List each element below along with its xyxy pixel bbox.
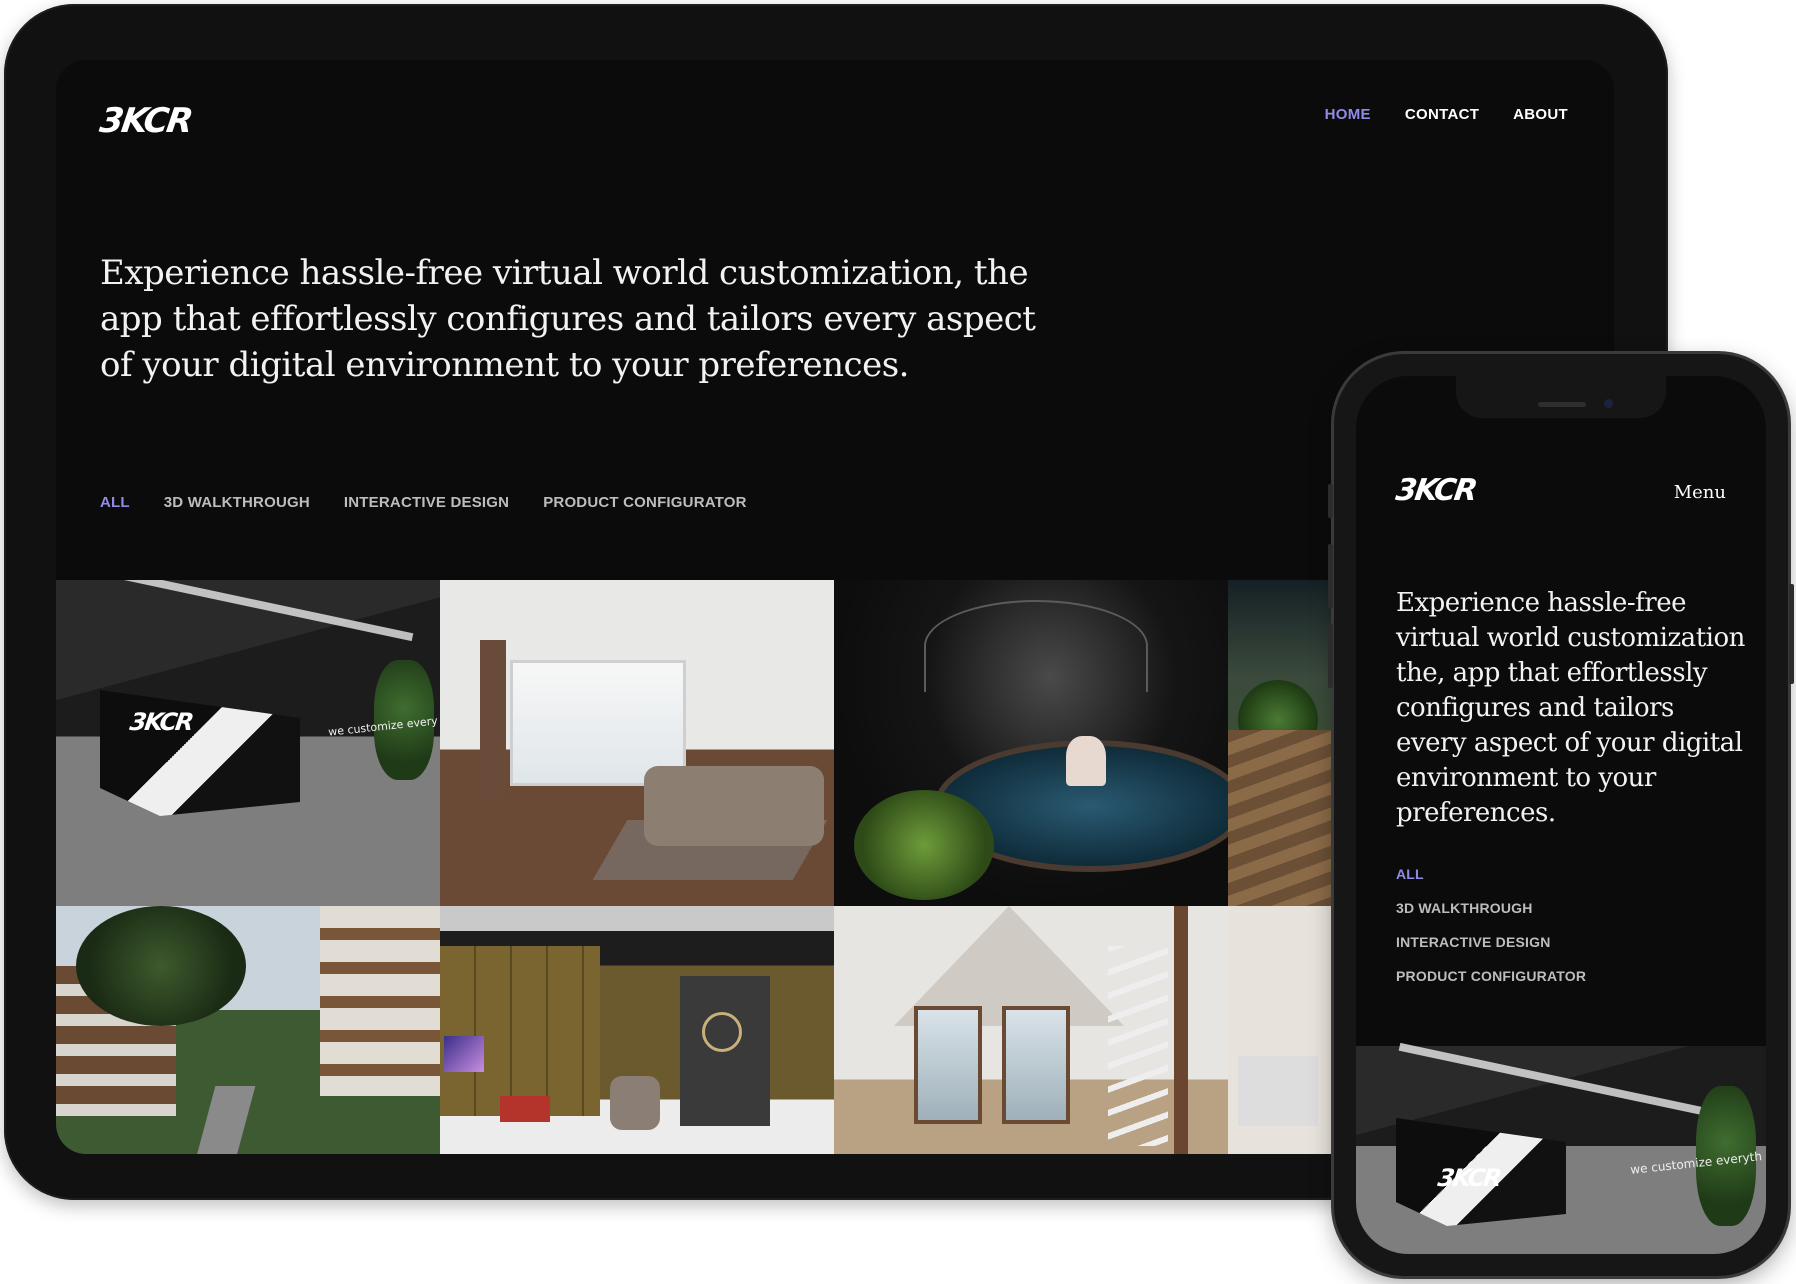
- camera-icon: [1604, 399, 1613, 408]
- wood-beam: [1174, 906, 1188, 1154]
- fountain: [1066, 736, 1106, 786]
- tree: [76, 906, 246, 1026]
- building-right: [320, 906, 440, 1096]
- phone-volume-up: [1328, 544, 1333, 608]
- filter-all[interactable]: ALL: [100, 494, 130, 511]
- phone-device: 3KCR Menu Experience hassle-free virtual…: [1328, 354, 1794, 1276]
- gallery-item-attic-living[interactable]: [834, 906, 1228, 1154]
- filter-tabs: ALL 3D WALKTHROUGH INTERACTIVE DESIGN PR…: [100, 494, 747, 511]
- dome-ceiling: [924, 600, 1148, 692]
- nav-home-link[interactable]: HOME: [1325, 106, 1371, 123]
- filter-interactive-design[interactable]: INTERACTIVE DESIGN: [1396, 934, 1586, 950]
- gallery-item-office-lobby[interactable]: 3KCR we customize everyth: [1356, 1042, 1766, 1254]
- plants: [854, 790, 994, 900]
- filter-3d-walkthrough[interactable]: 3D WALKTHROUGH: [1396, 900, 1586, 916]
- filter-tabs: ALL 3D WALKTHROUGH INTERACTIVE DESIGN PR…: [1396, 866, 1586, 984]
- phone-power-button: [1789, 584, 1794, 684]
- window-left: [914, 1006, 982, 1124]
- garden-path: [196, 1086, 256, 1154]
- gallery-item-office-lobby[interactable]: 3KCR we customize every: [56, 580, 440, 906]
- gallery-item-indoor-pool[interactable]: [834, 580, 1228, 906]
- wall-panels: [440, 946, 600, 1116]
- ceiling-light: [1398, 1042, 1714, 1118]
- window-right: [1002, 1006, 1070, 1124]
- desk-logo: 3KCR: [1436, 1164, 1502, 1192]
- phone-notch: [1456, 376, 1666, 418]
- gallery-item-living-room[interactable]: [440, 580, 834, 906]
- bed: [1238, 1056, 1318, 1126]
- tv-screen: [444, 1036, 484, 1072]
- filter-interactive-design[interactable]: INTERACTIVE DESIGN: [344, 494, 509, 511]
- hero-text: Experience hassle-free virtual world cus…: [100, 253, 1036, 385]
- filter-all[interactable]: ALL: [1396, 866, 1586, 882]
- nav-about-link[interactable]: ABOUT: [1513, 106, 1568, 123]
- nav-contact-link[interactable]: CONTACT: [1405, 106, 1479, 123]
- round-mirror: [702, 1012, 742, 1052]
- phone-side-button: [1328, 484, 1333, 518]
- red-ottoman: [500, 1096, 550, 1122]
- curtain: [480, 640, 506, 800]
- phone-volume-down: [1328, 624, 1333, 688]
- filter-3d-walkthrough[interactable]: 3D WALKTHROUGH: [164, 494, 310, 511]
- filter-product-configurator[interactable]: PRODUCT CONFIGURATOR: [1396, 968, 1586, 984]
- filter-product-configurator[interactable]: PRODUCT CONFIGURATOR: [543, 494, 746, 511]
- sofa: [644, 766, 824, 846]
- ceiling-light: [98, 580, 414, 642]
- armchair: [610, 1076, 660, 1130]
- phone-screen: 3KCR Menu Experience hassle-free virtual…: [1356, 376, 1766, 1254]
- site-logo[interactable]: 3KCR: [1394, 473, 1478, 508]
- desk-logo: 3KCR: [128, 708, 194, 736]
- site-logo[interactable]: 3KCR: [97, 101, 194, 141]
- menu-button[interactable]: Menu: [1674, 482, 1726, 503]
- speaker-grille: [1538, 402, 1586, 407]
- hero-text: Experience hassle-free virtual world cus…: [1396, 588, 1745, 828]
- ladder-stairs: [1108, 946, 1168, 1146]
- main-nav: HOME CONTACT ABOUT: [1325, 106, 1568, 123]
- gallery-item-media-room[interactable]: [440, 906, 834, 1154]
- reception-desk: [100, 690, 300, 816]
- gallery-item-apartment-exterior[interactable]: [56, 906, 440, 1154]
